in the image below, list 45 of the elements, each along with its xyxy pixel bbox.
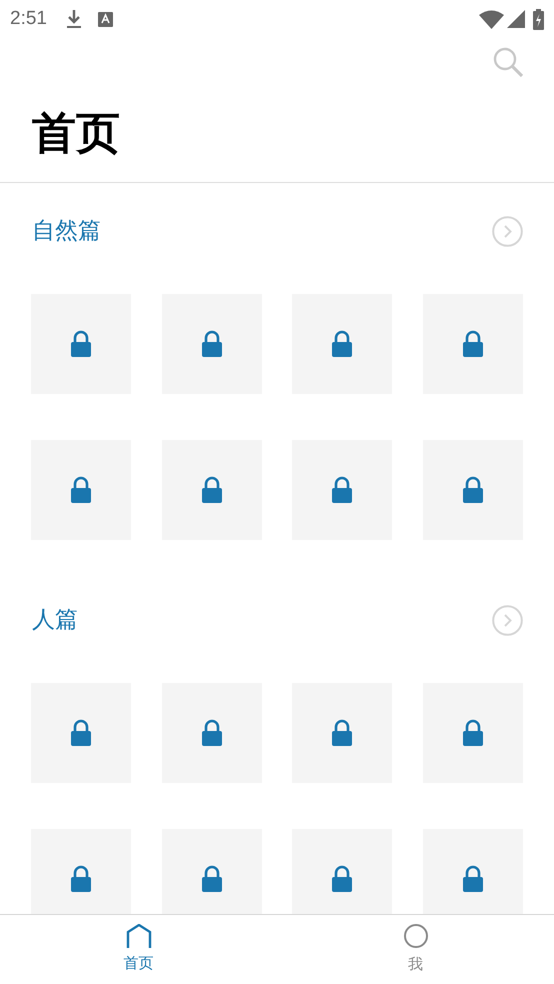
locked-tile[interactable] bbox=[162, 440, 262, 540]
keyboard-icon bbox=[98, 12, 113, 26]
locked-tile[interactable] bbox=[31, 294, 131, 394]
lock-icon bbox=[70, 719, 92, 747]
lock-icon bbox=[462, 865, 484, 893]
lock-icon bbox=[200, 330, 223, 358]
locked-tile[interactable] bbox=[292, 683, 392, 783]
lock-icon bbox=[462, 476, 484, 504]
locked-tile[interactable] bbox=[292, 829, 392, 914]
locked-tile[interactable] bbox=[31, 683, 131, 783]
page-title: 首页 bbox=[32, 112, 120, 156]
locked-tile[interactable] bbox=[31, 829, 131, 914]
lock-icon bbox=[331, 865, 354, 893]
locked-tile[interactable] bbox=[31, 440, 131, 540]
locked-tile[interactable] bbox=[292, 294, 392, 394]
lock-icon bbox=[331, 476, 354, 504]
nav-tab[interactable]: 首页 bbox=[0, 915, 277, 984]
profile-icon bbox=[402, 923, 428, 950]
signal-icon bbox=[507, 10, 525, 28]
section-title: 自然篇 bbox=[32, 216, 101, 246]
lock-icon bbox=[462, 719, 484, 747]
locked-tile[interactable] bbox=[422, 294, 523, 394]
battery-icon bbox=[533, 8, 544, 30]
lock-icon bbox=[70, 476, 92, 504]
download-icon bbox=[66, 9, 82, 29]
locked-tile[interactable] bbox=[422, 829, 523, 914]
lock-icon bbox=[462, 330, 484, 358]
locked-tile[interactable] bbox=[162, 294, 262, 394]
lock-icon bbox=[200, 719, 223, 747]
nav-tab[interactable]: 我 bbox=[277, 915, 554, 984]
home-icon bbox=[126, 924, 152, 948]
locked-tile[interactable] bbox=[422, 440, 523, 540]
lock-icon bbox=[200, 865, 223, 893]
locked-tile[interactable] bbox=[162, 829, 262, 914]
lock-icon bbox=[200, 476, 223, 504]
locked-tile[interactable] bbox=[292, 440, 392, 540]
status-time: 2:51 bbox=[10, 6, 47, 31]
lock-icon bbox=[331, 719, 354, 747]
locked-tile[interactable] bbox=[422, 683, 523, 783]
lock-icon bbox=[70, 330, 92, 358]
locked-tile[interactable] bbox=[162, 683, 262, 783]
wifi-icon bbox=[479, 10, 504, 28]
lock-icon bbox=[70, 865, 92, 893]
section-title: 人篇 bbox=[32, 606, 78, 635]
lock-icon bbox=[331, 330, 354, 358]
